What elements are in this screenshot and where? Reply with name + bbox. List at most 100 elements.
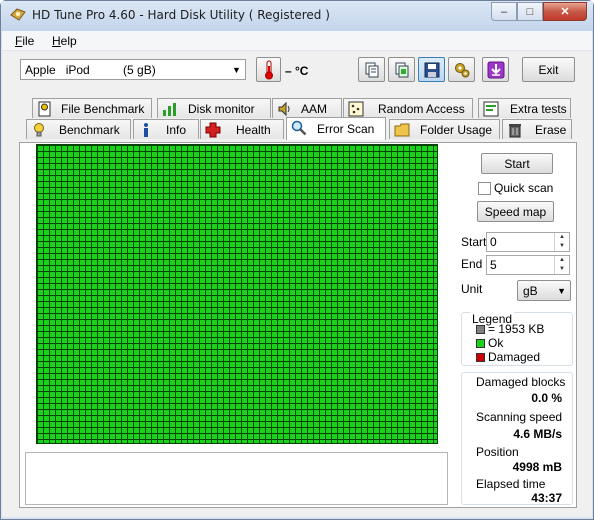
scan-log-box[interactable] bbox=[25, 452, 448, 505]
menu-bar: File Help bbox=[2, 31, 592, 51]
legend-ok-swatch bbox=[476, 339, 485, 348]
tab-extra-tests[interactable]: Extra tests bbox=[478, 98, 571, 118]
tab-label: Benchmark bbox=[59, 123, 120, 137]
trash-icon bbox=[509, 124, 521, 138]
client-area: Apple iPod (5 gB) ▼ – °C Exit File Bench… bbox=[2, 51, 592, 517]
thermometer-icon bbox=[264, 60, 273, 79]
tab-label: Random Access bbox=[378, 102, 465, 116]
end-field-label: End bbox=[461, 257, 483, 271]
damaged-blocks-label: Damaged blocks bbox=[476, 375, 566, 389]
tab-label: Folder Usage bbox=[420, 123, 493, 137]
save-button[interactable] bbox=[418, 57, 445, 82]
maximize-icon: □ bbox=[526, 5, 534, 18]
tab-random-access[interactable]: Random Access bbox=[343, 98, 473, 118]
lightbulb-icon bbox=[34, 123, 44, 137]
scanning-speed-label: Scanning speed bbox=[476, 410, 563, 424]
elapsed-time-value: 43:37 bbox=[531, 491, 562, 505]
spin-up-icon[interactable]: ▲ bbox=[555, 256, 569, 265]
tab-label: Disk monitor bbox=[188, 102, 255, 116]
tab-label: File Benchmark bbox=[61, 102, 145, 116]
spin-down-icon[interactable]: ▼ bbox=[555, 265, 569, 274]
tab-label: Info bbox=[166, 123, 187, 137]
file-benchmark-icon bbox=[38, 101, 51, 117]
minimize-button[interactable]: – bbox=[491, 2, 517, 21]
tab-info[interactable]: Info bbox=[133, 119, 199, 139]
stats-group: Damaged blocks 0.0 % Scanning speed 4.6 … bbox=[461, 372, 573, 505]
tab-error-scan[interactable]: Error Scan bbox=[286, 117, 386, 140]
health-cross-icon bbox=[205, 122, 221, 138]
copy-text-button[interactable] bbox=[358, 57, 385, 82]
copy-screenshot-icon bbox=[395, 62, 408, 77]
start-field[interactable]: 0 ▲ ▼ bbox=[486, 232, 570, 252]
options-button[interactable] bbox=[448, 57, 475, 82]
unit-select-value: gB bbox=[523, 284, 538, 298]
spin-up-icon[interactable]: ▲ bbox=[555, 233, 569, 242]
position-value: 4998 mB bbox=[512, 460, 562, 474]
tab-folder-usage[interactable]: Folder Usage bbox=[389, 119, 500, 139]
random-access-icon bbox=[348, 101, 364, 117]
extra-tests-icon bbox=[483, 101, 499, 117]
minimize-icon: – bbox=[500, 5, 508, 18]
tab-file-benchmark[interactable]: File Benchmark bbox=[32, 98, 152, 118]
download-icon bbox=[487, 61, 504, 78]
speaker-icon bbox=[278, 101, 290, 117]
unit-label: Unit bbox=[461, 282, 483, 296]
speed-map-button[interactable]: Speed map bbox=[477, 201, 554, 222]
chevron-down-icon: ▼ bbox=[232, 64, 241, 75]
drive-select[interactable]: Apple iPod (5 gB) ▼ bbox=[20, 59, 246, 80]
close-button[interactable]: ✕ bbox=[543, 2, 587, 21]
tab-label: AAM bbox=[301, 102, 328, 116]
title-bar[interactable]: HD Tune Pro 4.60 - Hard Disk Utility ( R… bbox=[1, 1, 593, 31]
tab-disk-monitor[interactable]: Disk monitor bbox=[157, 98, 271, 118]
chevron-down-icon: ▼ bbox=[557, 286, 566, 296]
options-icon bbox=[454, 62, 469, 77]
copy-text-icon bbox=[365, 62, 378, 77]
tab-label: Extra tests bbox=[510, 102, 567, 116]
app-window: HD Tune Pro 4.60 - Hard Disk Utility ( R… bbox=[0, 0, 594, 520]
damaged-blocks-value: 0.0 % bbox=[531, 391, 562, 405]
temperature-button[interactable] bbox=[256, 57, 281, 82]
exit-button-label: Exit bbox=[538, 62, 559, 77]
quick-scan-checkbox[interactable] bbox=[478, 182, 491, 195]
scan-block-grid bbox=[36, 144, 438, 444]
save-icon bbox=[424, 62, 439, 77]
error-scan-panel: Start Quick scan Speed map Start 0 ▲ ▼ E… bbox=[19, 142, 577, 508]
info-icon bbox=[144, 123, 148, 137]
tab-erase[interactable]: Erase bbox=[502, 119, 572, 139]
menu-help[interactable]: Help bbox=[52, 34, 77, 48]
start-scan-button-label: Start bbox=[504, 156, 530, 171]
download-button[interactable] bbox=[482, 57, 509, 82]
copy-screenshot-button[interactable] bbox=[388, 57, 415, 82]
exit-button[interactable]: Exit bbox=[522, 57, 575, 82]
start-spinner[interactable]: ▲ ▼ bbox=[554, 233, 569, 251]
legend-damaged-swatch bbox=[476, 353, 485, 362]
legend-group: Legend = 1953 KB Ok Damaged bbox=[461, 312, 573, 366]
scanning-speed-value: 4.6 MB/s bbox=[513, 427, 562, 441]
maximize-button[interactable]: □ bbox=[517, 2, 543, 21]
spin-down-icon[interactable]: ▼ bbox=[555, 242, 569, 251]
magnifier-icon bbox=[291, 120, 307, 136]
tab-aam[interactable]: AAM bbox=[272, 98, 342, 118]
position-label: Position bbox=[476, 445, 519, 459]
caption-buttons: – □ ✕ bbox=[491, 2, 587, 22]
tab-label: Erase bbox=[535, 123, 567, 137]
end-field[interactable]: 5 ▲ ▼ bbox=[486, 255, 570, 275]
disk-monitor-icon bbox=[163, 103, 176, 116]
end-field-value: 5 bbox=[490, 258, 497, 272]
speed-map-button-label: Speed map bbox=[484, 204, 547, 219]
start-scan-button[interactable]: Start bbox=[481, 153, 553, 174]
close-icon: ✕ bbox=[560, 6, 570, 18]
tab-health[interactable]: Health bbox=[200, 119, 284, 139]
legend-ok-label: Ok bbox=[488, 336, 504, 350]
menu-file[interactable]: File bbox=[15, 34, 34, 48]
legend-damaged-label: Damaged bbox=[488, 350, 541, 364]
quick-scan-label: Quick scan bbox=[494, 181, 554, 195]
folder-icon bbox=[394, 123, 410, 137]
end-spinner[interactable]: ▲ ▼ bbox=[554, 256, 569, 274]
start-field-value: 0 bbox=[490, 235, 497, 249]
legend-block-swatch bbox=[476, 325, 485, 334]
legend-block-size: = 1953 KB bbox=[488, 322, 545, 336]
start-field-label: Start bbox=[461, 235, 487, 249]
tab-benchmark[interactable]: Benchmark bbox=[26, 119, 131, 139]
unit-select[interactable]: gB ▼ bbox=[517, 280, 571, 301]
